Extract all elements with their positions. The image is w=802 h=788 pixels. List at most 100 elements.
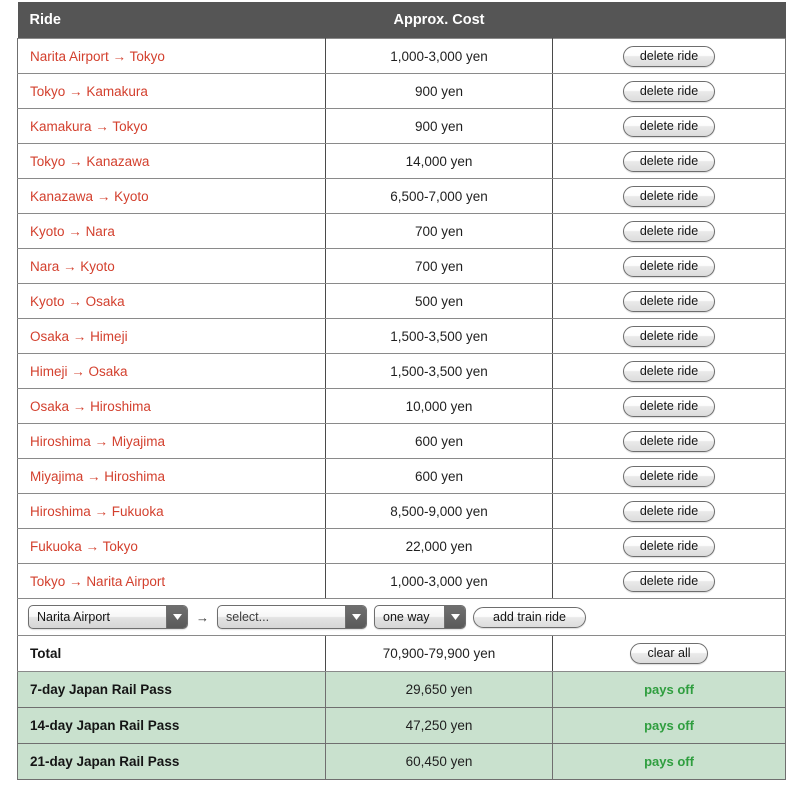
ride-destination: Kyoto — [80, 258, 115, 274]
destination-select[interactable]: select... — [217, 605, 367, 629]
table-row: Osaka → Hiroshima 10,000 yen delete ride — [17, 388, 786, 424]
trip-type-select[interactable]: one way — [374, 605, 466, 629]
ride-origin: Kyoto — [30, 293, 65, 309]
pass-label: 21-day Japan Rail Pass — [17, 743, 326, 780]
pass-section: 7-day Japan Rail Pass 29,650 yen pays off 1… — [17, 671, 786, 780]
ride-action-cell: delete ride — [552, 248, 786, 284]
add-ride-form-row: Narita Airport → select... one way add t… — [17, 598, 786, 636]
delete-ride-button[interactable]: delete ride — [622, 290, 716, 312]
ride-name-cell: Tokyo → Kamakura — [17, 73, 326, 109]
ride-destination: Hiroshima — [90, 398, 151, 414]
column-header-cost: Approx. Cost — [325, 2, 553, 39]
ride-cost-cell: 14,000 yen — [325, 143, 553, 179]
delete-ride-button[interactable]: delete ride — [622, 570, 716, 592]
ride-origin: Kyoto — [30, 223, 65, 239]
status-badge: pays off — [552, 743, 786, 780]
table-footer: Narita Airport → select... one way add t… — [17, 598, 786, 672]
route-arrow-icon: → — [112, 48, 127, 64]
ride-origin: Nara — [30, 258, 60, 274]
table-row: Kyoto → Osaka 500 yen delete ride — [17, 283, 786, 319]
ride-name-cell: Miyajima → Hiroshima — [17, 458, 326, 494]
ride-name-cell: Narita Airport → Tokyo — [17, 38, 326, 74]
clear-all-button[interactable]: clear all — [630, 643, 708, 664]
pass-label: 7-day Japan Rail Pass — [17, 671, 326, 708]
table-row: Nara → Kyoto 700 yen delete ride — [17, 248, 786, 284]
ride-origin: Osaka — [30, 398, 70, 414]
delete-ride-button[interactable]: delete ride — [622, 150, 716, 172]
ride-action-cell: delete ride — [552, 143, 786, 179]
route-arrow-icon: → — [69, 83, 83, 99]
header-row: Ride Approx. Cost — [17, 2, 786, 39]
route-arrow-icon: → — [196, 609, 209, 625]
pass-row: 21-day Japan Rail Pass 60,450 yen pays off — [17, 743, 786, 780]
delete-ride-button[interactable]: delete ride — [622, 115, 716, 137]
delete-ride-button[interactable]: delete ride — [622, 220, 716, 242]
add-train-ride-button[interactable]: add train ride — [473, 606, 586, 628]
route-arrow-icon: → — [69, 153, 83, 169]
ride-action-cell: delete ride — [552, 458, 786, 494]
delete-ride-button[interactable]: delete ride — [622, 80, 716, 102]
ride-cost-cell: 8,500-9,000 yen — [325, 493, 553, 529]
destination-select-value: select... — [226, 610, 270, 624]
chevron-down-icon — [444, 606, 465, 628]
total-cost: 70,900-79,900 yen — [325, 635, 553, 672]
ride-name-cell: Kamakura → Tokyo — [17, 108, 326, 144]
route-arrow-icon: → — [72, 328, 87, 344]
ride-destination: Tokyo — [102, 538, 138, 554]
delete-ride-button[interactable]: delete ride — [622, 500, 716, 522]
delete-ride-button[interactable]: delete ride — [622, 395, 716, 417]
origin-select[interactable]: Narita Airport — [28, 605, 188, 629]
ride-origin: Hiroshima — [30, 503, 91, 519]
ride-origin: Kanazawa — [30, 188, 94, 204]
ride-destination: Nara — [85, 223, 115, 239]
ride-destination: Himeji — [90, 328, 128, 344]
status-badge: pays off — [552, 671, 786, 708]
add-ride-form-cell: Narita Airport → select... one way add t… — [17, 598, 786, 636]
ride-cost-cell: 1,500-3,500 yen — [325, 318, 553, 354]
ride-origin: Tokyo — [30, 83, 66, 99]
table-body: Narita Airport → Tokyo 1,000-3,000 yen del… — [17, 38, 786, 599]
ride-cost-cell: 700 yen — [325, 248, 553, 284]
delete-ride-button[interactable]: delete ride — [622, 45, 716, 67]
ride-destination: Kamakura — [86, 83, 148, 99]
ride-origin: Hiroshima — [30, 433, 91, 449]
ride-cost-cell: 22,000 yen — [325, 528, 553, 564]
delete-ride-button[interactable]: delete ride — [622, 360, 716, 382]
table-row: Kamakura → Tokyo 900 yen delete ride — [17, 108, 786, 144]
delete-ride-button[interactable]: delete ride — [622, 430, 716, 452]
route-arrow-icon: → — [72, 398, 87, 414]
ride-cost-cell: 6,500-7,000 yen — [325, 178, 553, 214]
ride-name-cell: Osaka → Himeji — [17, 318, 326, 354]
route-arrow-icon: → — [68, 293, 82, 309]
ride-cost-cell: 500 yen — [325, 283, 553, 319]
ride-name-cell: Fukuoka → Tokyo — [17, 528, 326, 564]
pass-cost: 47,250 yen — [325, 707, 553, 744]
table-row: Himeji → Osaka 1,500-3,500 yen delete ride — [17, 353, 786, 389]
ride-destination: Fukuoka — [111, 503, 164, 519]
ride-action-cell: delete ride — [552, 283, 786, 319]
delete-ride-button[interactable]: delete ride — [622, 535, 716, 557]
delete-ride-button[interactable]: delete ride — [622, 465, 716, 487]
table-row: Hiroshima → Miyajima 600 yen delete ride — [17, 423, 786, 459]
ride-cost-cell: 700 yen — [325, 213, 553, 249]
route-arrow-icon: → — [71, 363, 85, 379]
ride-destination: Narita Airport — [86, 573, 166, 589]
ride-name-cell: Nara → Kyoto — [17, 248, 326, 284]
ride-name-cell: Kyoto → Osaka — [17, 283, 326, 319]
jr-pass-calculator: Ride Approx. Cost Narita Airport → Tokyo… — [0, 0, 802, 788]
table-row: Tokyo → Kanazawa 14,000 yen delete ride — [17, 143, 786, 179]
ride-cost-cell: 600 yen — [325, 423, 553, 459]
delete-ride-button[interactable]: delete ride — [622, 185, 716, 207]
ride-destination: Kanazawa — [86, 153, 150, 169]
ride-action-cell: delete ride — [552, 318, 786, 354]
ride-action-cell: delete ride — [552, 423, 786, 459]
delete-ride-button[interactable]: delete ride — [622, 325, 716, 347]
delete-ride-button[interactable]: delete ride — [622, 255, 716, 277]
route-arrow-icon: → — [96, 188, 111, 204]
ride-origin: Osaka — [30, 328, 70, 344]
ride-name-cell: Osaka → Hiroshima — [17, 388, 326, 424]
total-action-cell: clear all — [552, 635, 786, 672]
table-row: Kyoto → Nara 700 yen delete ride — [17, 213, 786, 249]
ride-destination: Tokyo — [129, 48, 165, 64]
ride-destination: Miyajima — [111, 433, 166, 449]
